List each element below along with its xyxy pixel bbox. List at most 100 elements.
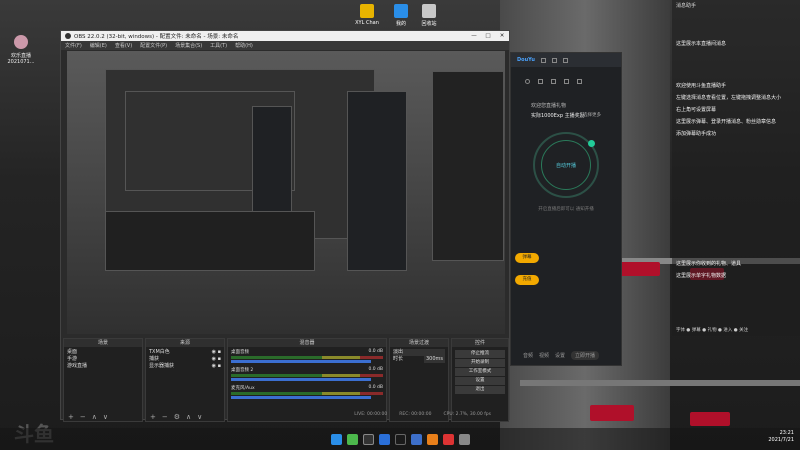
- mixer-channel: 麦克风/Aux 0.0 dB: [231, 385, 383, 399]
- close-button[interactable]: ✕: [495, 33, 509, 39]
- scene-item[interactable]: 游戏直播: [67, 363, 139, 370]
- menu-view[interactable]: 查看(V): [115, 42, 132, 49]
- bell-icon[interactable]: [564, 79, 569, 84]
- app-icon[interactable]: [426, 433, 438, 445]
- menu-help[interactable]: 帮助(H): [235, 42, 253, 49]
- start-live-ring[interactable]: 自动开播: [533, 132, 599, 198]
- obs-window: OBS 22.0.2 (32-bit, windows) - 配置文件: 未命名…: [60, 30, 511, 422]
- steam-icon[interactable]: [394, 433, 406, 445]
- maximize-button[interactable]: □: [481, 33, 495, 39]
- app-icon[interactable]: [458, 433, 470, 445]
- scene-item[interactable]: 桌面: [67, 349, 139, 356]
- streaming-assistant-window: DouYu 欢迎您直播礼物 实际1000Exp 主播奖励 选择更多 自动开播 开…: [510, 52, 622, 366]
- volume-slider[interactable]: [231, 360, 371, 363]
- chat-message: 这里展示弹幕、登录开播消息、粉丝勋章信息: [676, 119, 777, 125]
- obs-menubar: 文件(F) 编辑(E) 查看(V) 配置文件(P) 场景集合(S) 工具(T) …: [61, 41, 509, 50]
- recycle-bin-icon: [422, 4, 436, 18]
- transition-select[interactable]: 淡出: [393, 349, 445, 356]
- menu-profile[interactable]: 配置文件(P): [140, 42, 167, 49]
- gift-icon[interactable]: [538, 79, 543, 84]
- desktop-icon-xyl[interactable]: XYL Chan: [350, 4, 384, 26]
- duration-label: 时长: [393, 356, 404, 362]
- obs-titlebar[interactable]: OBS 22.0.2 (32-bit, windows) - 配置文件: 未命名…: [61, 31, 509, 41]
- recharge-pill[interactable]: 充值: [515, 275, 539, 285]
- obs-statusbar: LIVE: 00:00:00 REC: 00:00:00 CPU: 2.7%, …: [61, 409, 511, 419]
- system-clock[interactable]: 23:21 2021/7/21: [768, 430, 794, 444]
- assistant-footer: 音频 视频 设置 立即开播: [511, 345, 623, 365]
- live-status-dot: [588, 140, 595, 147]
- app-icon[interactable]: [410, 433, 422, 445]
- scene-item[interactable]: 手游: [67, 356, 139, 363]
- scenes-dock-title: 场景: [64, 339, 142, 347]
- chat-message: 左键选择消息查看位置，左键拖拽调整消息大小: [676, 95, 782, 101]
- audio-button[interactable]: 音频: [523, 352, 533, 359]
- share-icon[interactable]: [577, 79, 582, 84]
- menu-icon[interactable]: [540, 57, 546, 63]
- wechat-icon[interactable]: [346, 433, 358, 445]
- preview-nested-chat: [432, 71, 504, 261]
- source-item[interactable]: 显示器捕获 ◉ ▪: [149, 363, 221, 370]
- preview-nested-app: [347, 91, 407, 271]
- background-object: [620, 262, 660, 276]
- minimize-icon[interactable]: [551, 57, 557, 63]
- app-icon[interactable]: [442, 433, 454, 445]
- stop-streaming-button[interactable]: 停止推流: [455, 350, 505, 358]
- obs-preview[interactable]: [67, 51, 505, 334]
- chat-header: 消息助手: [676, 3, 697, 9]
- duration-input[interactable]: 300ms: [423, 356, 445, 363]
- channel-db: 0.0 dB: [368, 385, 383, 390]
- danmaku-pill[interactable]: 弹幕: [515, 253, 539, 263]
- exit-button[interactable]: 退出: [455, 386, 505, 394]
- taskbar: [0, 428, 800, 450]
- desktop-icon-label: 回收站: [421, 21, 437, 27]
- hint-text: 开启直播后即可以 通知开播: [538, 207, 594, 212]
- chat-message: 右上角可设置屏幕: [676, 107, 717, 113]
- tool-icon[interactable]: [551, 79, 556, 84]
- desktop-icon-label: 我的: [395, 21, 406, 27]
- source-label: TXM白色: [149, 349, 170, 355]
- hero-title: 欢迎您直播礼物: [531, 103, 567, 109]
- eye-icon[interactable]: ◉ ▪: [212, 363, 221, 370]
- clock-time: 23:21: [779, 430, 794, 436]
- folder-icon: [360, 4, 374, 18]
- obs-logo-icon: [65, 33, 71, 39]
- channel-name: 桌面音频 2: [231, 368, 254, 373]
- channel-db: 0.0 dB: [368, 367, 383, 372]
- menu-tools[interactable]: 工具(T): [210, 42, 227, 49]
- rec-timer: REC: 00:00:00: [399, 411, 432, 417]
- close-icon[interactable]: [562, 57, 568, 63]
- video-button[interactable]: 视频: [539, 352, 549, 359]
- menu-scene-collection[interactable]: 场景集合(S): [175, 42, 202, 49]
- settings-button[interactable]: 设置: [455, 377, 505, 385]
- preview-nested-docks: [105, 211, 315, 271]
- source-label: 捕获: [149, 356, 160, 362]
- start-icon[interactable]: [330, 433, 342, 445]
- volume-meter: [231, 356, 383, 359]
- minimize-button[interactable]: —: [467, 33, 481, 39]
- volume-slider[interactable]: [231, 396, 371, 399]
- source-item[interactable]: 捕获 ◉ ▪: [149, 356, 221, 363]
- app-icon: [394, 4, 408, 18]
- go-live-button[interactable]: 立即开播: [571, 350, 600, 360]
- eye-icon[interactable]: ◉ ▪: [212, 356, 221, 363]
- volume-slider[interactable]: [231, 378, 371, 381]
- avatar[interactable]: [525, 79, 530, 84]
- source-label: 显示器捕获: [149, 363, 175, 369]
- controls-dock-title: 控件: [452, 339, 508, 347]
- browser-icon[interactable]: [378, 433, 390, 445]
- studio-mode-button[interactable]: 工作室模式: [455, 368, 505, 376]
- source-item[interactable]: TXM白色 ◉ ▪: [149, 349, 221, 356]
- channel-db: 0.0 dB: [368, 349, 383, 354]
- chat-toolbar[interactable]: 字体 ● 弹幕 ● 礼物 ● 进入 ● 关注: [672, 324, 800, 336]
- desktop-icon-recycle[interactable]: 回收站: [412, 4, 446, 27]
- obs-taskbar-icon[interactable]: [362, 433, 374, 445]
- menu-edit[interactable]: 编辑(E): [90, 42, 107, 49]
- channel-name: 桌面音频: [231, 350, 249, 355]
- start-recording-button[interactable]: 开始录制: [455, 359, 505, 367]
- settings-button[interactable]: 设置: [555, 352, 565, 359]
- chat-message: 这里展示单字礼物数据: [676, 273, 727, 279]
- eye-icon[interactable]: ◉ ▪: [212, 349, 221, 356]
- cpu-fps: CPU: 2.7%, 30.00 fps: [443, 411, 492, 417]
- menu-file[interactable]: 文件(F): [65, 42, 82, 49]
- ring-label: 自动开播: [541, 140, 591, 190]
